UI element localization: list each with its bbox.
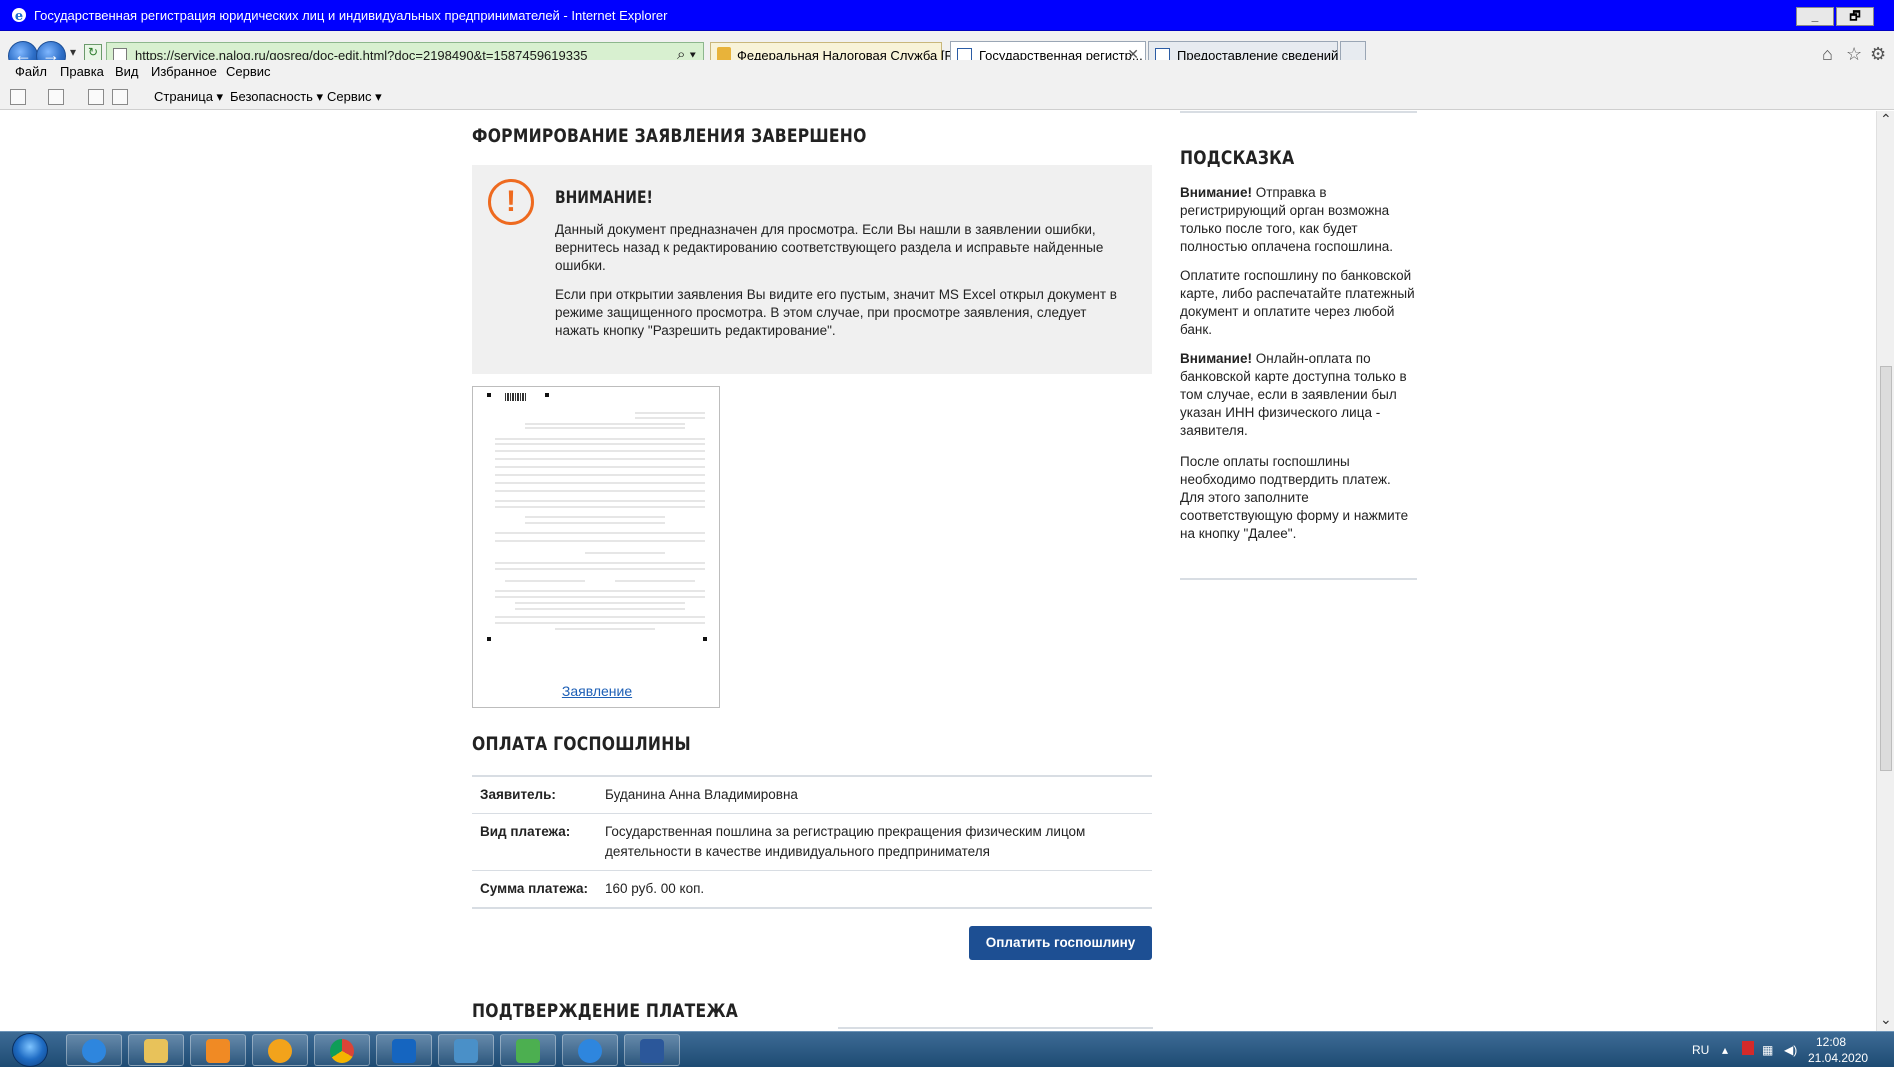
completed-title: ФОРМИРОВАНИЕ ЗАЯВЛЕНИЯ ЗАВЕРШЕНО: [472, 125, 867, 147]
bank-icon: [268, 1039, 292, 1063]
folder-icon: [144, 1039, 168, 1063]
payment-table: Заявитель: Буданина Анна Владимировна Ви…: [472, 775, 1152, 909]
hint-paragraph-3: Внимание! Онлайн-оплата по банковской ка…: [1180, 350, 1417, 440]
house-icon: [454, 1039, 478, 1063]
language-indicator[interactable]: RU: [1692, 1043, 1709, 1057]
table-row: Заявитель: Буданина Анна Владимировна: [472, 775, 1152, 814]
menu-bar: Файл Правка Вид Избранное Сервис: [0, 60, 1894, 84]
window-title: Государственная регистрация юридических …: [34, 8, 668, 23]
tray-expand-icon[interactable]: ▴: [1722, 1043, 1728, 1057]
hint-paragraph-1: Внимание! Отправка в регистрирующий орга…: [1180, 184, 1417, 256]
exclamation-icon: !: [488, 179, 534, 225]
payment-label-applicant: Заявитель:: [472, 775, 597, 814]
payment-value-amount: 160 руб. 00 коп.: [597, 870, 1152, 909]
minimize-button[interactable]: _: [1796, 7, 1834, 26]
command-page[interactable]: Страница ▾: [154, 89, 223, 105]
divider: [1180, 111, 1417, 113]
print-icon[interactable]: [112, 89, 128, 105]
hint-paragraph-2: Оплатите госпошлину по банковской карте,…: [1180, 268, 1415, 337]
ie-icon: [578, 1039, 602, 1063]
table-row: Сумма платежа: 160 руб. 00 коп.: [472, 870, 1152, 909]
media-player-icon: [206, 1039, 230, 1063]
divider: [1180, 578, 1417, 580]
taskbar-chrome-button[interactable]: [314, 1034, 370, 1066]
home-page-icon[interactable]: [10, 89, 26, 105]
payment-label-type: Вид платежа:: [472, 813, 597, 871]
warning-paragraph-2: Если при открытии заявления Вы видите ег…: [555, 287, 1117, 338]
windows-taskbar: RU ▴ ▦ ◀) 12:08 21.04.2020: [0, 1031, 1894, 1067]
page-scrollbar[interactable]: ⌃ ⌄: [1876, 111, 1894, 1031]
payment-value-applicant: Буданина Анна Владимировна: [597, 775, 1152, 814]
taskbar-outlook-button[interactable]: [376, 1034, 432, 1066]
taskbar-bank-button[interactable]: [252, 1034, 308, 1066]
table-row: Вид платежа: Государственная пошлина за …: [472, 813, 1152, 871]
confirm-payment-title: ПОДТВЕРЖДЕНИЕ ПЛАТЕЖА: [472, 1000, 739, 1022]
menu-file[interactable]: Файл: [15, 64, 47, 79]
taskbar-ie-active-button[interactable]: [562, 1034, 618, 1066]
taskbar-media-button[interactable]: [190, 1034, 246, 1066]
svg-text:e: e: [15, 9, 23, 24]
hint-attention-label: Внимание!: [1180, 185, 1252, 200]
scroll-down-icon[interactable]: ⌄: [1880, 1011, 1892, 1028]
document-preview[interactable]: Заявление: [472, 386, 720, 708]
warning-box: ! ВНИМАНИЕ! Данный документ предназначен…: [472, 165, 1152, 374]
page-content: ФОРМИРОВАНИЕ ЗАЯВЛЕНИЯ ЗАВЕРШЕНО ! ВНИМА…: [0, 111, 1876, 1031]
divider: [838, 1027, 1153, 1029]
word-icon: [640, 1039, 664, 1063]
payment-value-type: Государственная пошлина за регистрацию п…: [597, 813, 1152, 871]
hint-paragraph-4: После оплаты госпошлины необходимо подтв…: [1180, 454, 1409, 541]
scrollbar-thumb[interactable]: [1880, 366, 1892, 771]
hint-attention-label: Внимание!: [1180, 351, 1252, 366]
taskbar-home-button[interactable]: [438, 1034, 494, 1066]
menu-view[interactable]: Вид: [115, 64, 139, 79]
history-dropdown-icon[interactable]: ▾: [70, 45, 76, 59]
pay-fee-button[interactable]: Оплатить госпошлину: [969, 926, 1152, 960]
restore-button[interactable]: 🗗: [1836, 7, 1874, 26]
window-titlebar: e Государственная регистрация юридически…: [0, 0, 1894, 31]
document-thumbnail-image: [487, 393, 707, 641]
ie-icon: [82, 1039, 106, 1063]
app-icon: [516, 1039, 540, 1063]
tray-flag-icon[interactable]: [1742, 1041, 1754, 1055]
taskbar-explorer-button[interactable]: [128, 1034, 184, 1066]
taskbar-word-button[interactable]: [624, 1034, 680, 1066]
mail-icon[interactable]: [88, 89, 104, 105]
payment-label-amount: Сумма платежа:: [472, 870, 597, 909]
outlook-icon: [392, 1039, 416, 1063]
start-button[interactable]: [12, 1033, 48, 1067]
payment-title: ОПЛАТА ГОСПОШЛИНЫ: [472, 733, 691, 755]
feeds-icon[interactable]: [48, 89, 64, 105]
warning-title: ВНИМАНИЕ!: [555, 188, 653, 208]
chrome-icon: [330, 1039, 354, 1063]
menu-edit[interactable]: Правка: [60, 64, 104, 79]
taskbar-ie-button[interactable]: [66, 1034, 122, 1066]
command-bar: Страница ▾ Безопасность ▾ Сервис ▾: [0, 84, 1894, 110]
tray-network-icon[interactable]: ▦: [1762, 1043, 1773, 1057]
tray-volume-icon[interactable]: ◀): [1784, 1043, 1797, 1057]
taskbar-app-button[interactable]: [500, 1034, 556, 1066]
command-tools[interactable]: Сервис ▾: [327, 89, 382, 105]
clock-time[interactable]: 12:08: [1816, 1035, 1846, 1049]
hint-title: ПОДСКАЗКА: [1180, 147, 1295, 169]
document-link[interactable]: Заявление: [473, 683, 721, 699]
clock-date[interactable]: 21.04.2020: [1808, 1051, 1868, 1065]
internet-explorer-icon: e: [12, 8, 26, 24]
menu-favorites[interactable]: Избранное: [151, 64, 217, 79]
warning-paragraph-1: Данный документ предназначен для просмот…: [555, 222, 1104, 273]
scroll-up-icon[interactable]: ⌃: [1880, 111, 1892, 128]
menu-tools[interactable]: Сервис: [226, 64, 271, 79]
command-security[interactable]: Безопасность ▾: [230, 89, 323, 105]
